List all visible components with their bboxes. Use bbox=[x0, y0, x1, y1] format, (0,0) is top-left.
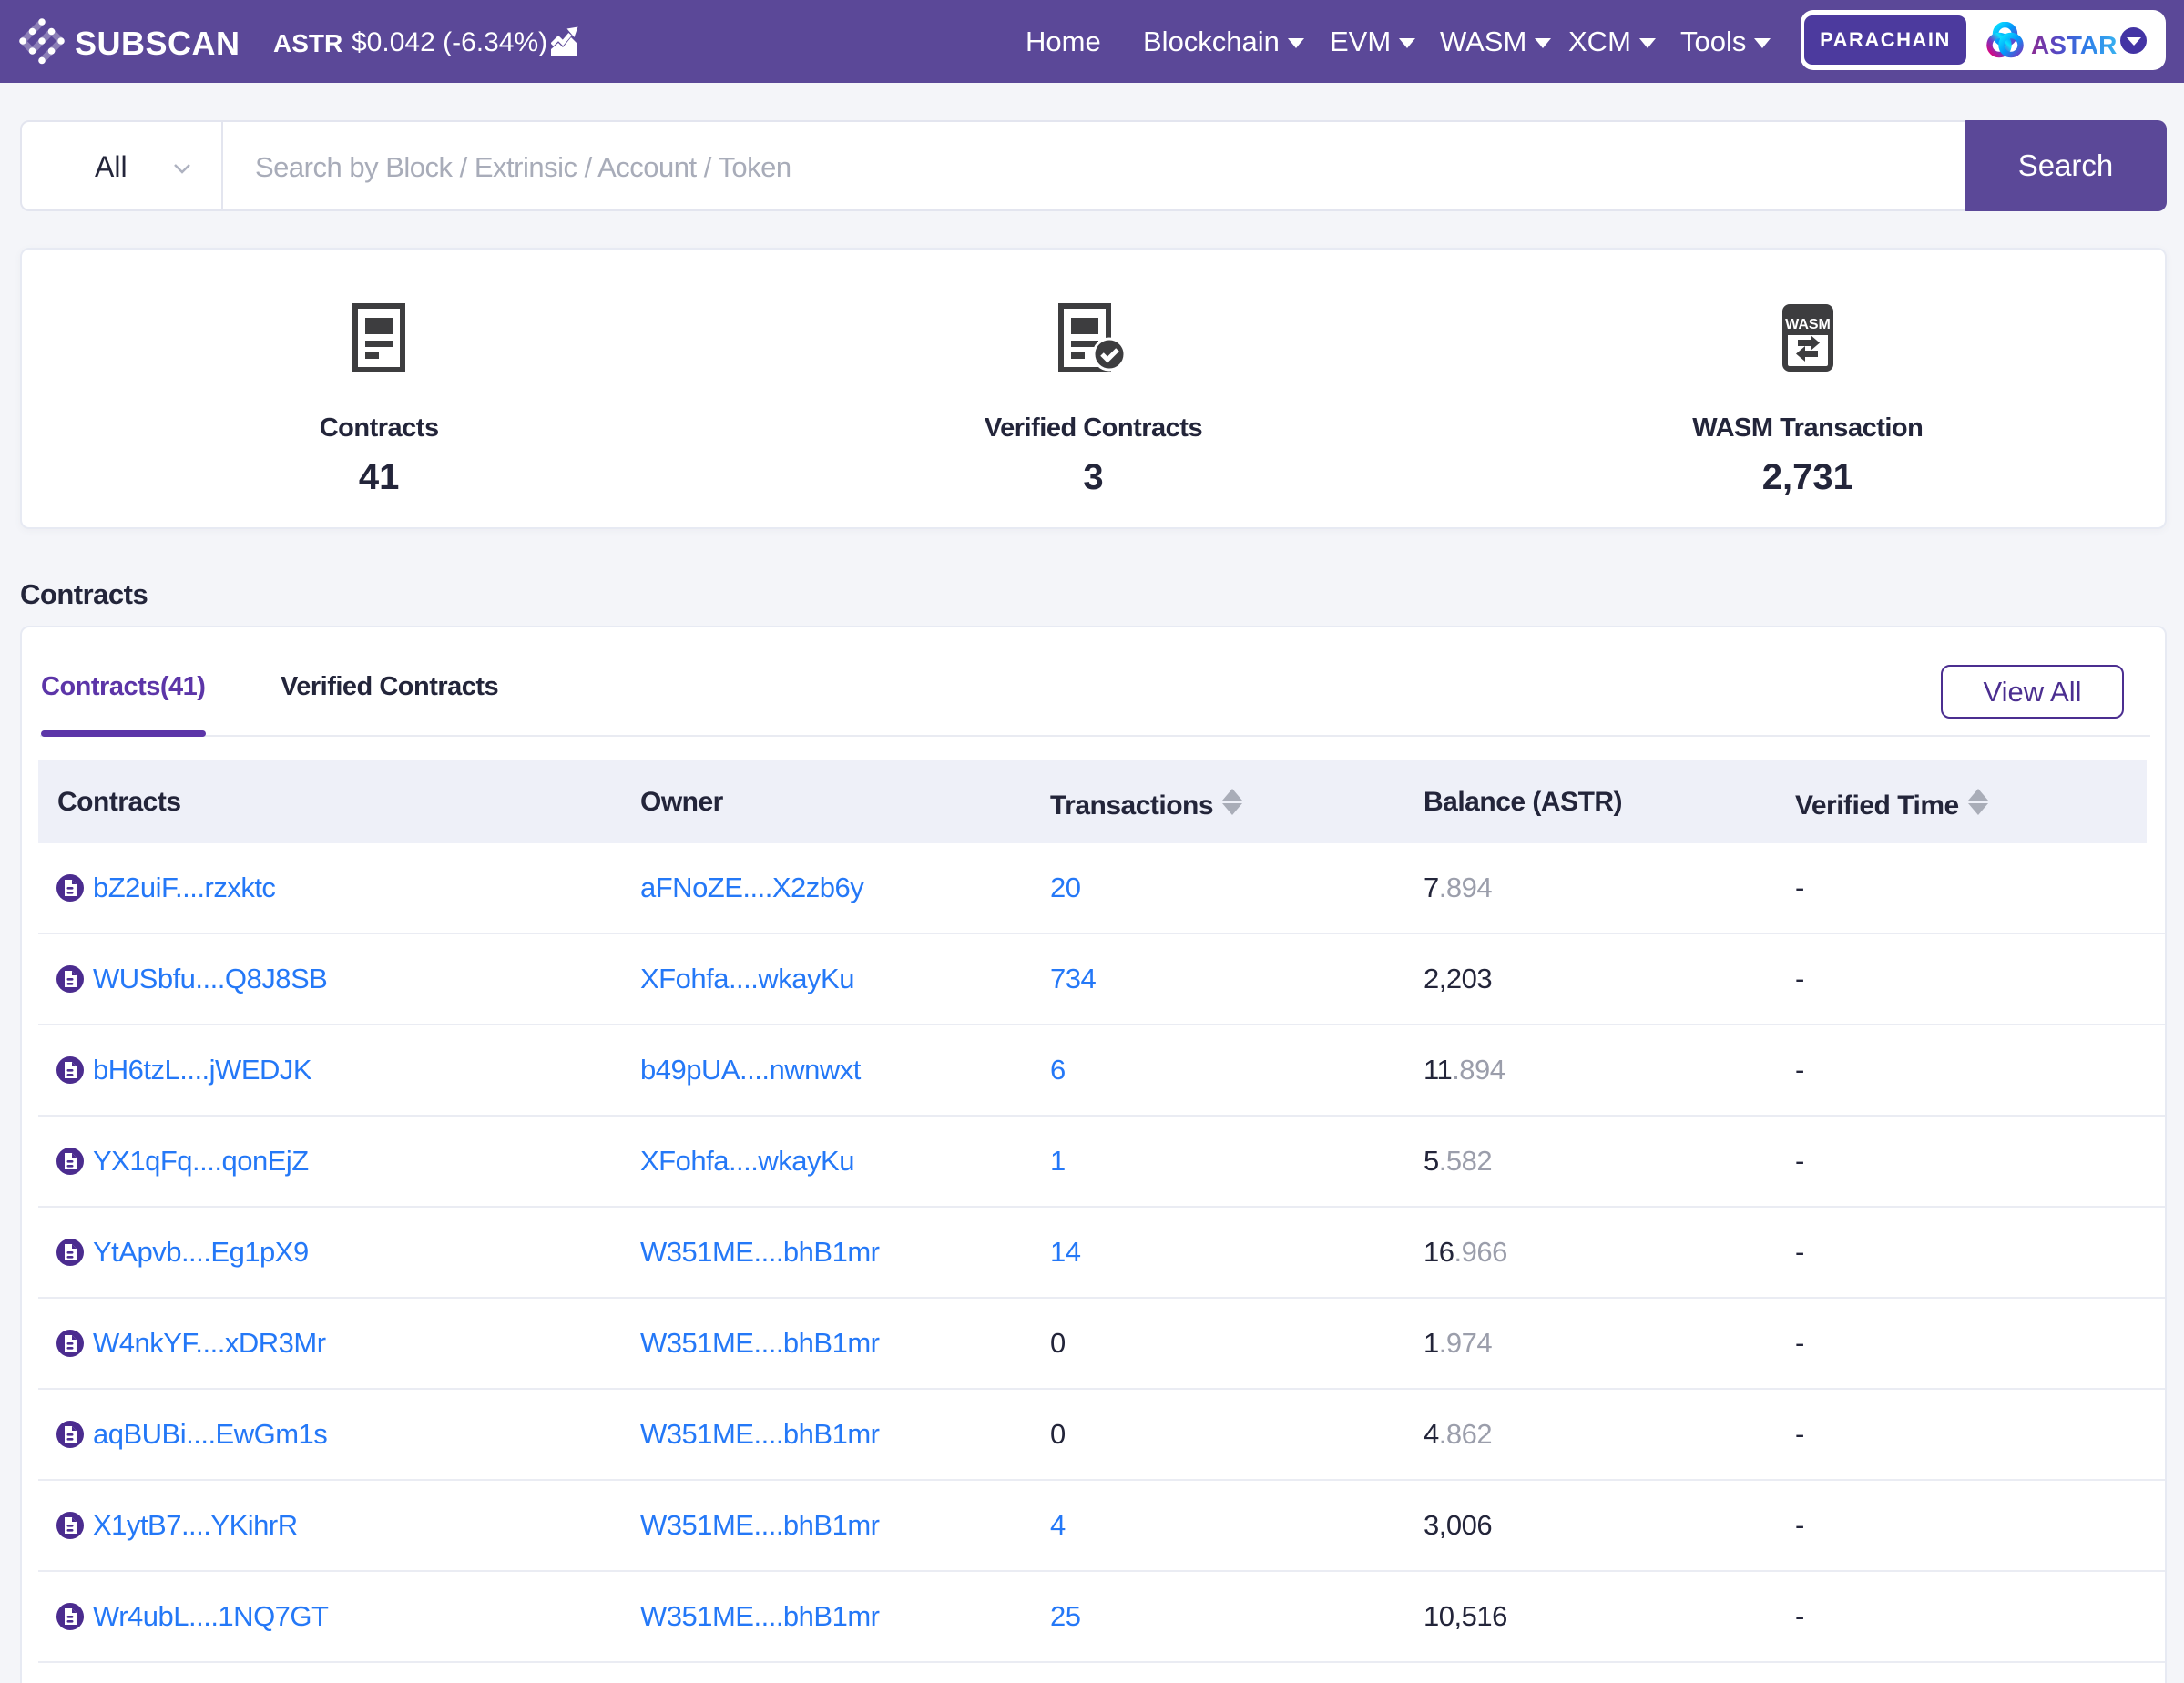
svg-text:WASM: WASM bbox=[1785, 317, 1831, 332]
